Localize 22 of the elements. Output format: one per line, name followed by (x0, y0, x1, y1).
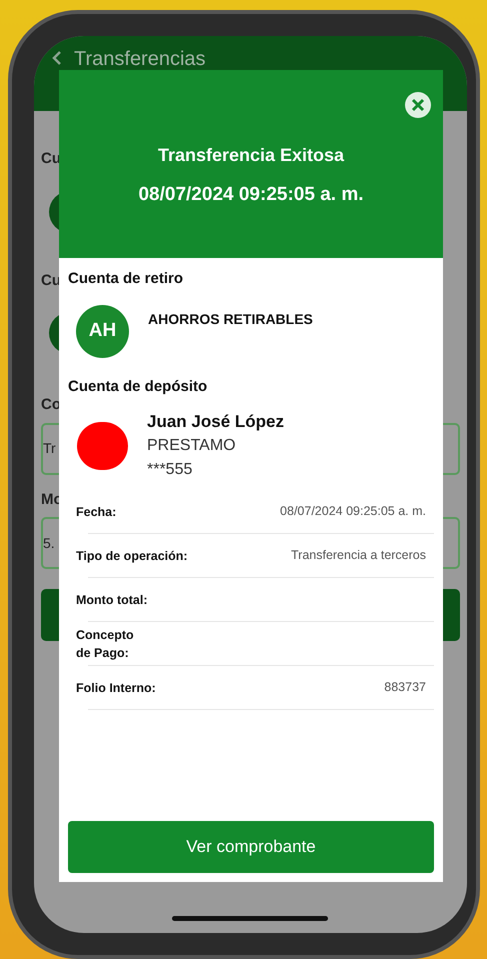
view-receipt-button[interactable]: Ver comprobante (68, 821, 434, 873)
section-heading: Cuenta de retiro (68, 269, 184, 289)
account-avatar: AH (76, 304, 129, 358)
account-type: PRESTAMO (147, 436, 237, 456)
account-number: ***555 (147, 460, 194, 480)
detail-value: 08/07/2024 09:25:05 a. m. (280, 503, 426, 520)
detail-value: 883737 (384, 679, 426, 696)
detail-label: Tipo de operación: (76, 548, 188, 564)
detail-label: Folio Interno: (76, 680, 156, 696)
account-name: AHORROS RETIRABLES (148, 310, 313, 328)
detail-value: Transferencia a terceros (290, 547, 426, 564)
account-avatar (77, 422, 128, 470)
modal-title: Transferencia Exitosa (158, 144, 344, 167)
transfer-datetime: 08/07/2024 09:25:05 a. m. (138, 183, 364, 207)
detail-label: Monto total: (76, 592, 148, 608)
beneficiary-name: Juan José López (147, 411, 284, 433)
section-heading: Cuenta de depósito (68, 376, 208, 396)
detail-label: Fecha: (76, 504, 116, 520)
screen-title: Transferencias (74, 47, 206, 72)
close-icon[interactable] (405, 92, 431, 118)
back-icon[interactable] (52, 50, 62, 66)
detail-label: Concepto de Pago: (76, 626, 134, 662)
